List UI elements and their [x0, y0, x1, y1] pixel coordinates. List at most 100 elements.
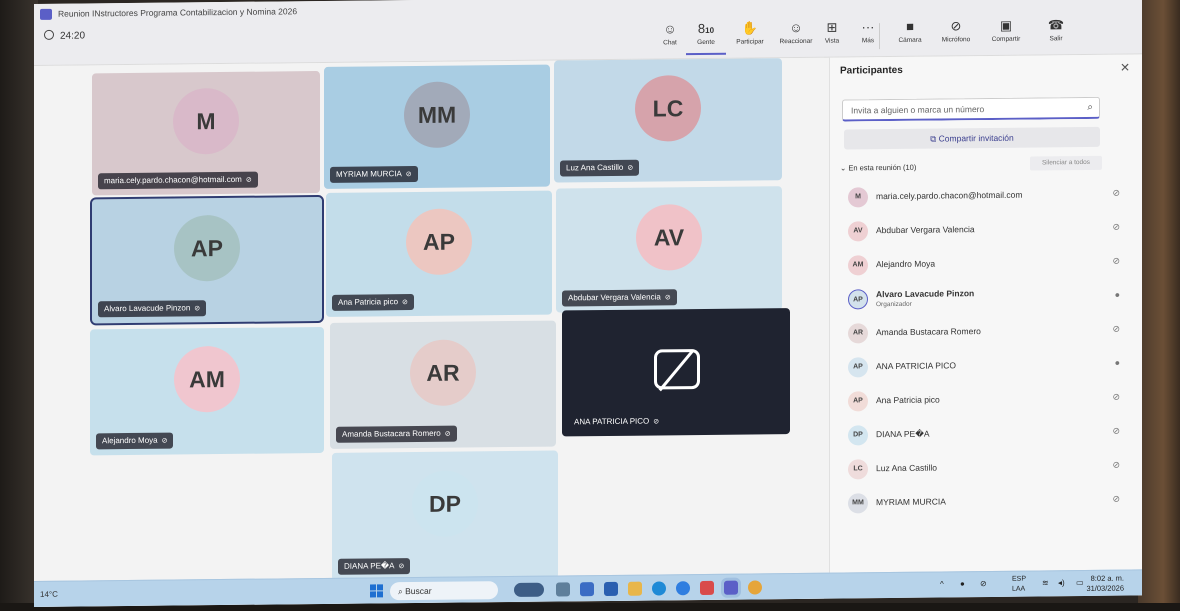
video-tile[interactable]: MM MYRIAM MURCIA ⊘	[324, 64, 550, 189]
app-icon[interactable]	[580, 582, 594, 597]
chrome-icon[interactable]	[676, 581, 690, 596]
participant-name: Luz Ana Castillo	[876, 462, 937, 474]
file-explorer-icon[interactable]	[628, 581, 642, 596]
toolbar-react-button[interactable]: ☺ Reaccionar	[776, 20, 816, 45]
weather-widget[interactable]: 14°C	[40, 590, 58, 599]
participant-row[interactable]: MM MYRIAM MURCIA ⊘	[842, 487, 1132, 518]
participant-name: MYRIAM MURCIA	[336, 169, 402, 179]
camera-off-icon	[654, 349, 700, 390]
toolbar-divider	[879, 23, 880, 50]
participant-row[interactable]: AP Alvaro Lavacude Pinzon Organizador ●	[842, 283, 1132, 314]
toolbar-share-button[interactable]: ▣ Compartir	[986, 18, 1026, 43]
react-icon: ☺	[789, 19, 803, 36]
participant-name: ANA PATRICIA PICO	[574, 416, 650, 427]
monitor-bezel-left	[0, 0, 38, 611]
participant-row[interactable]: AV Abdubar Vergara Valencia ⊘	[842, 215, 1132, 246]
teams-icon[interactable]	[724, 580, 738, 595]
tile-name-label: Amanda Bustacara Romero ⊘	[336, 425, 457, 443]
share-invite-button[interactable]: ⧉ Compartir invitación	[844, 126, 1100, 150]
mic-off-icon: ⊘	[950, 18, 962, 34]
avatar: AP	[406, 208, 472, 276]
video-tile[interactable]: Mmaria.cely.pardo.chacon@hotmail.com ⊘	[92, 71, 320, 196]
tile-name-label: Alejandro Moya ⊘	[96, 432, 174, 450]
avatar: M	[173, 87, 239, 155]
toolbar-more-button[interactable]: ··· Más	[848, 19, 888, 44]
toolbar-label: Salir	[1049, 35, 1063, 43]
toolbar-raise-hand-button[interactable]: ✋ Participar	[730, 20, 770, 45]
participant-row[interactable]: DP DIANA PE�A ⊘	[842, 419, 1132, 450]
language-indicator[interactable]: ESP LAA	[1012, 575, 1026, 595]
tile-name-label: Alvaro Lavacude Pinzon ⊘	[98, 300, 207, 318]
panel-title: Participantes	[840, 64, 903, 77]
toolbar-view-button[interactable]: ⊞ Vista	[812, 19, 852, 45]
participant-row[interactable]: AP Ana Patricia pico ⊘	[842, 385, 1132, 416]
clock-time: 8:02 a. m.	[1090, 573, 1124, 583]
mic-muted-tray-icon[interactable]: ⊘	[980, 579, 987, 588]
mic-off-icon: ⊘	[1112, 425, 1120, 436]
participant-row[interactable]: Mmaria.cely.pardo.chacon@hotmail.com ⊘	[842, 181, 1132, 212]
wifi-icon[interactable]: ≋	[1042, 578, 1049, 587]
avatar: AP	[174, 214, 240, 282]
mic-off-icon: ⊘	[444, 430, 451, 438]
share-icon: ▣	[999, 17, 1013, 33]
video-tile[interactable]: AV Abdubar Vergara Valencia ⊘	[556, 186, 782, 313]
participant-row[interactable]: AP ANA PATRICIA PICO ●	[842, 351, 1132, 382]
store-icon[interactable]	[604, 581, 618, 597]
video-tile[interactable]: AM Alejandro Moya ⊘	[90, 326, 324, 456]
tile-name-label: DIANA PE�A ⊘	[338, 558, 411, 575]
chevron-up-icon[interactable]: ^	[940, 579, 944, 588]
mic-icon: ●	[1114, 357, 1120, 368]
video-tile[interactable]: DP DIANA PE�A ⊘	[332, 450, 558, 581]
participant-row[interactable]: AM Alejandro Moya ⊘	[842, 249, 1132, 280]
taskbar-search[interactable]: ⌕ Buscar	[390, 581, 498, 601]
toolbar-people-button[interactable]: 810 Gente	[686, 20, 726, 56]
battery-icon[interactable]: ▭	[1076, 578, 1084, 587]
avatar: AM	[174, 345, 240, 413]
mic-off-icon: ⊘	[402, 299, 408, 307]
participant-avatar: LC	[848, 459, 868, 480]
office-icon[interactable]	[700, 580, 714, 596]
mute-all-button[interactable]: Silenciar a todos	[1030, 155, 1102, 171]
participant-row[interactable]: AR Amanda Bustacara Romero ⊘	[842, 317, 1132, 348]
toolbar-label: Micrófono	[941, 36, 971, 44]
task-view-icon[interactable]	[556, 582, 570, 597]
toolbar-leave-button[interactable]: ☎ Salir	[1036, 17, 1076, 42]
tile-name-label: ANA PATRICIA PICO ⊘	[568, 413, 665, 430]
mic-off-icon: ⊘	[664, 294, 671, 302]
shield-icon	[44, 29, 54, 40]
widget-icon[interactable]	[514, 582, 544, 597]
video-tile[interactable]: LC Luz Ana Castillo ⊘	[554, 58, 782, 183]
toolbar-mic-off-button[interactable]: ⊘ Micrófono	[936, 18, 976, 43]
avatar: MM	[404, 81, 470, 149]
search-icon[interactable]: ⌕	[1087, 102, 1093, 113]
video-tile[interactable]: AP Alvaro Lavacude Pinzon ⊘	[90, 194, 324, 326]
photo-frame: Reunion INstructores Programa Contabiliz…	[0, 0, 1180, 611]
taskbar-clock[interactable]: 8:02 a. m. 31/03/2026	[1086, 574, 1124, 594]
video-tile[interactable]: AP Ana Patricia pico ⊘	[326, 190, 552, 317]
mic-off-icon: ⊘	[398, 563, 405, 571]
video-tile[interactable]: AR Amanda Bustacara Romero ⊘	[330, 320, 556, 449]
chrome-profile-icon[interactable]	[748, 580, 762, 595]
close-icon[interactable]: ✕	[1120, 61, 1130, 75]
toolbar-camera-off-button[interactable]: ■ Cámara	[890, 19, 930, 44]
participant-name: Amanda Bustacara Romero	[342, 428, 441, 439]
participant-name: Amanda Bustacara Romero	[876, 326, 981, 338]
participant-name: maria.cely.pardo.chacon@hotmail.com	[104, 174, 242, 186]
participant-row[interactable]: LC Luz Ana Castillo ⊘	[842, 453, 1132, 484]
share-icon: ⧉	[930, 133, 939, 144]
tray-app-icon[interactable]: ●	[960, 579, 965, 588]
windows-start-icon[interactable]	[370, 584, 384, 598]
edge-icon[interactable]	[652, 581, 666, 596]
teams-screen: Reunion INstructores Programa Contabiliz…	[34, 0, 1142, 608]
toolbar-chat-button[interactable]: ☺ Chat	[650, 21, 690, 46]
volume-icon[interactable]: ◂)	[1058, 578, 1065, 587]
view-icon: ⊞	[826, 19, 838, 35]
toolbar-label: Participar	[736, 38, 764, 46]
participant-name: maria.cely.pardo.chacon@hotmail.com	[876, 189, 1023, 202]
invite-search-input[interactable]: Invita a alguien o marca un número ⌕	[842, 96, 1100, 122]
section-header[interactable]: ⌄ En esta reunión (10)	[840, 163, 916, 173]
monitor-bezel-right	[1138, 0, 1180, 611]
tile-name-label: Luz Ana Castillo ⊘	[560, 159, 640, 177]
chat-icon: ☺	[663, 21, 677, 37]
video-tile[interactable]: ANA PATRICIA PICO ⊘	[562, 308, 790, 437]
